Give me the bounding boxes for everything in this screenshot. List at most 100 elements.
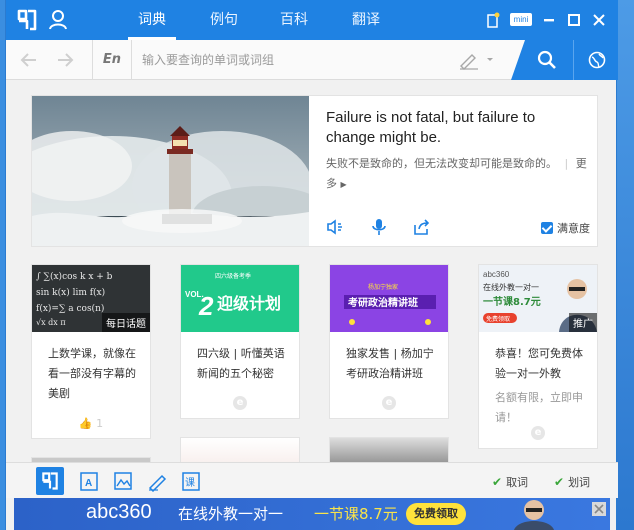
card-image: 杨加宁独家 考研政治精讲班 — [330, 265, 448, 332]
svg-text:√x dx π: √x dx π — [36, 318, 66, 327]
card-title: 四六级 | 听懂英语新闻的五个秘密 — [197, 347, 285, 380]
daily-quote-english: Failure is not fatal, but failure to cha… — [326, 109, 536, 146]
pen-tool-icon[interactable] — [146, 470, 168, 492]
satisfaction-label: 满意度 — [557, 222, 590, 235]
lighthouse-image[interactable] — [32, 96, 309, 246]
daily-sentence-card: Failure is not fatal, but failure to cha… — [31, 95, 598, 247]
feed-card[interactable]: 杨加宁独家 考研政治精讲班 独家发售 | 杨加宁考研政治精讲班 e — [329, 264, 449, 419]
card-title: 上数学课，就像在看一部没有字幕的美剧 — [48, 347, 136, 400]
politics-course-banner: 杨加宁独家 考研政治精讲班 — [330, 265, 448, 332]
card-image: 四六级备考季 VOL. 2 迎级计划 — [181, 265, 299, 332]
feed-card-partial[interactable] — [180, 437, 300, 462]
app-logo-icon[interactable] — [16, 8, 38, 32]
e-logo-icon: e — [531, 426, 545, 440]
feed-card[interactable]: abc360 在线外教一对一 一节课8.7元 免费领取 推广 恭喜！您可免费体验… — [478, 264, 598, 449]
ad-banner[interactable]: abc360 在线外教一对一 一节课8.7元 免费领取 — [14, 498, 610, 530]
banner-line2: 一节课8.7元 — [483, 295, 541, 308]
ad-text: 在线外教一对一 — [178, 505, 284, 523]
card-placeholder: e — [479, 425, 597, 440]
search-icon — [537, 50, 556, 69]
svg-text:sin k(x) lim f(x): sin k(x) lim f(x) — [36, 287, 105, 298]
svg-text:∫ ∑(x)cos k x + b: ∫ ∑(x)cos k x + b — [36, 271, 113, 282]
select-word-toggle[interactable]: ✔ 划词 — [554, 474, 590, 490]
card-placeholder: e — [330, 395, 448, 410]
banner-small-text: 四六级备考季 — [215, 272, 251, 280]
microphone-icon[interactable] — [370, 218, 388, 236]
mini-mode-button[interactable]: mini — [510, 13, 532, 26]
app-window: 词典 例句 百科 翻译 mini En 输入要查询的单词或词组 Failure … — [5, 0, 618, 530]
svg-text:A: A — [85, 478, 92, 489]
speaker-icon[interactable] — [326, 218, 344, 236]
checkmark-icon: ✔ — [492, 475, 503, 489]
svg-text:课: 课 — [185, 477, 195, 489]
language-selector[interactable]: En — [92, 40, 132, 80]
minimize-icon[interactable] — [542, 12, 556, 28]
card-title: 独家发售 | 杨加宁考研政治精讲班 — [346, 347, 434, 380]
screenshot-translate-icon[interactable] — [112, 470, 134, 492]
card-tag: 推广 — [569, 313, 597, 332]
e-logo-icon: e — [233, 396, 247, 410]
tab-dictionary[interactable]: 词典 — [122, 0, 182, 40]
search-button[interactable] — [511, 40, 573, 80]
course-icon[interactable]: 课 — [180, 470, 202, 492]
copy-word-label: 取词 — [506, 476, 529, 489]
ad-cta-button[interactable]: 免费领取 — [406, 503, 466, 525]
card-image-partial — [330, 438, 448, 462]
card-subtitle: 名额有限，立即申请！ — [495, 391, 583, 424]
like-count: 1 — [96, 417, 104, 430]
feed-card-partial[interactable] — [329, 437, 449, 462]
card-image: abc360 在线外教一对一 一节课8.7元 免费领取 推广 — [479, 265, 597, 332]
home-dictionary-button[interactable] — [36, 467, 64, 495]
cet-plan-banner: 四六级备考季 VOL. 2 迎级计划 — [181, 265, 299, 332]
dict-logo-icon — [42, 472, 58, 490]
banner-main-text: 考研政治精讲班 — [348, 296, 418, 309]
card-likes: 👍 1 — [32, 417, 150, 430]
card-placeholder: e — [181, 395, 299, 410]
svg-text:f(x)=∑ a cos(n): f(x)=∑ a cos(n) — [36, 303, 104, 314]
banner-line1: 在线外教一对一 — [483, 282, 539, 292]
thumbs-up-icon[interactable]: 👍 — [79, 417, 93, 430]
feed-card[interactable]: 四六级备考季 VOL. 2 迎级计划 四六级 | 听懂英语新闻的五个秘密 e — [180, 264, 300, 419]
ad-person-image — [514, 500, 554, 530]
banner-main-text: 迎级计划 — [217, 294, 281, 313]
card-title: 恭喜！您可免费体验一对一外教 — [495, 347, 583, 380]
checkmark-icon: ✔ — [554, 475, 565, 489]
close-icon[interactable] — [592, 12, 606, 28]
banner-button: 免费领取 — [486, 315, 510, 323]
daily-quote-chinese: 失败不是致命的，但无法改变却可能是致命的。 | 更多 ▶ — [326, 154, 594, 195]
back-arrow-icon[interactable] — [20, 51, 38, 69]
more-arrow-icon: ▶ — [340, 180, 347, 189]
tab-examples[interactable]: 例句 — [194, 0, 254, 40]
maximize-icon[interactable] — [567, 12, 581, 28]
tab-encyclopedia[interactable]: 百科 — [264, 0, 324, 40]
main-content: Failure is not fatal, but failure to cha… — [6, 81, 618, 462]
ad-price: 一节课8.7元 — [314, 505, 398, 523]
user-icon[interactable] — [48, 9, 68, 31]
svg-text:2: 2 — [198, 291, 214, 321]
skin-icon[interactable] — [486, 12, 500, 28]
web-search-button[interactable] — [573, 40, 618, 80]
search-bar: En — [6, 40, 618, 80]
globe-icon — [588, 51, 606, 69]
share-icon[interactable] — [412, 218, 430, 236]
card-tag: 每日话题 — [102, 313, 150, 332]
separator: | — [564, 157, 569, 170]
title-bar: 词典 例句 百科 翻译 mini — [6, 0, 618, 40]
handwriting-icon[interactable] — [458, 50, 498, 70]
tab-translate[interactable]: 翻译 — [336, 0, 396, 40]
wordbook-icon[interactable]: A — [78, 470, 100, 492]
forward-arrow-icon[interactable] — [56, 51, 74, 69]
banner-brand: abc360 — [483, 270, 510, 279]
checkbox-checked-icon — [541, 222, 553, 234]
satisfaction-checkbox[interactable]: 满意度 — [541, 220, 590, 236]
banner-small-text: 杨加宁独家 — [368, 283, 398, 291]
e-logo-icon: e — [382, 396, 396, 410]
ad-close-icon[interactable] — [592, 502, 606, 516]
card-image-partial — [181, 438, 299, 462]
search-input[interactable] — [142, 49, 442, 71]
feed-card[interactable]: ∫ ∑(x)cos k x + b sin k(x) lim f(x) f(x)… — [31, 264, 151, 439]
desktop-edge-right — [617, 0, 634, 530]
copy-word-toggle[interactable]: ✔ 取词 — [492, 474, 528, 490]
select-word-label: 划词 — [568, 476, 591, 489]
quote-chinese-text: 失败不是致命的，但无法改变却可能是致命的。 — [326, 157, 557, 170]
